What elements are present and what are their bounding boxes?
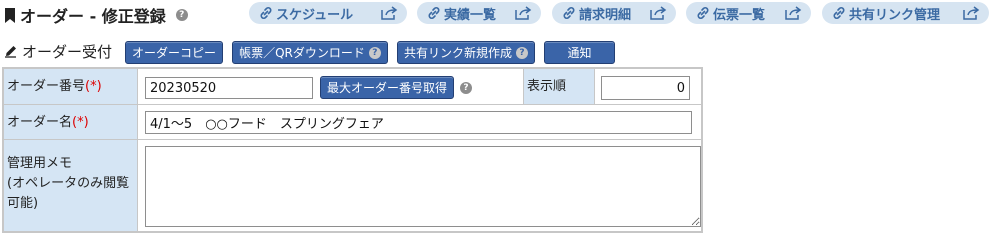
external-link-icon xyxy=(963,6,980,20)
help-icon[interactable]: ? xyxy=(516,46,528,59)
nav-label: 伝票一覧 xyxy=(713,7,766,23)
page-title-area: オーダー - 修正登録 ? xyxy=(4,4,188,26)
required-mark: (*) xyxy=(72,115,89,130)
help-icon[interactable]: ? xyxy=(460,82,472,94)
display-order-input[interactable]: 0 xyxy=(601,76,690,100)
order-name-label: オーダー名(*) xyxy=(3,104,138,140)
link-icon xyxy=(563,7,575,19)
order-name-cell: 4/1～5 ○○フード スプリングフェア xyxy=(137,104,702,140)
order-number-input[interactable]: 20230520 xyxy=(145,77,313,99)
link-icon xyxy=(833,7,845,19)
section-label: オーダー受付 xyxy=(22,42,113,61)
order-number-label: オーダー番号(*) xyxy=(3,68,138,105)
nav-label: 共有リンク管理 xyxy=(849,7,941,23)
order-form: オーダー番号(*) 20230520 最大オーダー番号取得 ? 表示順 0 オー… xyxy=(2,67,703,233)
nav-schedule-button[interactable]: スケジュール xyxy=(249,2,407,24)
nav-billing-button[interactable]: 請求明細 xyxy=(552,2,676,24)
nav-label: 請求明細 xyxy=(579,7,632,23)
nav-label: スケジュール xyxy=(276,7,354,23)
notify-button[interactable]: 通知 xyxy=(544,41,615,64)
download-button[interactable]: 帳票／QRダウンロード ? xyxy=(232,41,388,64)
memo-textarea[interactable] xyxy=(145,146,701,227)
memo-cell xyxy=(137,139,702,232)
required-mark: (*) xyxy=(85,79,102,94)
memo-label: 管理用メモ (オペレータのみ閲覧可能) xyxy=(3,139,138,232)
external-link-icon xyxy=(785,6,802,20)
button-label: 共有リンク新規作成 xyxy=(403,46,512,60)
fetch-max-order-number-button[interactable]: 最大オーダー番号取得 xyxy=(320,76,454,99)
external-link-icon xyxy=(381,6,398,20)
external-link-icon xyxy=(650,6,667,20)
external-link-icon xyxy=(515,6,532,20)
button-label: オーダーコピー xyxy=(131,46,216,60)
nav-share-link-button[interactable]: 共有リンク管理 xyxy=(822,2,989,24)
order-name-input[interactable]: 4/1～5 ○○フード スプリングフェア xyxy=(145,111,692,134)
link-icon xyxy=(697,7,709,19)
order-copy-button[interactable]: オーダーコピー xyxy=(125,41,223,64)
pencil-icon xyxy=(5,46,16,58)
page-title: オーダー - 修正登録 xyxy=(20,7,166,26)
order-number-cell: 20230520 最大オーダー番号取得 ? xyxy=(137,68,524,105)
link-icon xyxy=(428,7,440,19)
nav-slips-button[interactable]: 伝票一覧 xyxy=(686,2,811,24)
create-share-link-button[interactable]: 共有リンク新規作成 ? xyxy=(397,41,535,64)
button-label: 通知 xyxy=(567,46,592,60)
display-order-cell: 0 xyxy=(594,68,702,105)
bookmark-icon xyxy=(5,7,15,23)
help-icon[interactable]: ? xyxy=(175,9,188,21)
link-icon xyxy=(260,7,272,19)
nav-label: 実績一覧 xyxy=(444,7,497,23)
nav-results-button[interactable]: 実績一覧 xyxy=(417,2,541,24)
button-label: 最大オーダー番号取得 xyxy=(326,81,447,95)
display-order-label: 表示順 xyxy=(523,68,595,105)
button-label: 帳票／QRダウンロード xyxy=(239,46,365,60)
help-icon[interactable]: ? xyxy=(368,46,381,59)
section-heading: オーダー受付 xyxy=(4,41,112,61)
